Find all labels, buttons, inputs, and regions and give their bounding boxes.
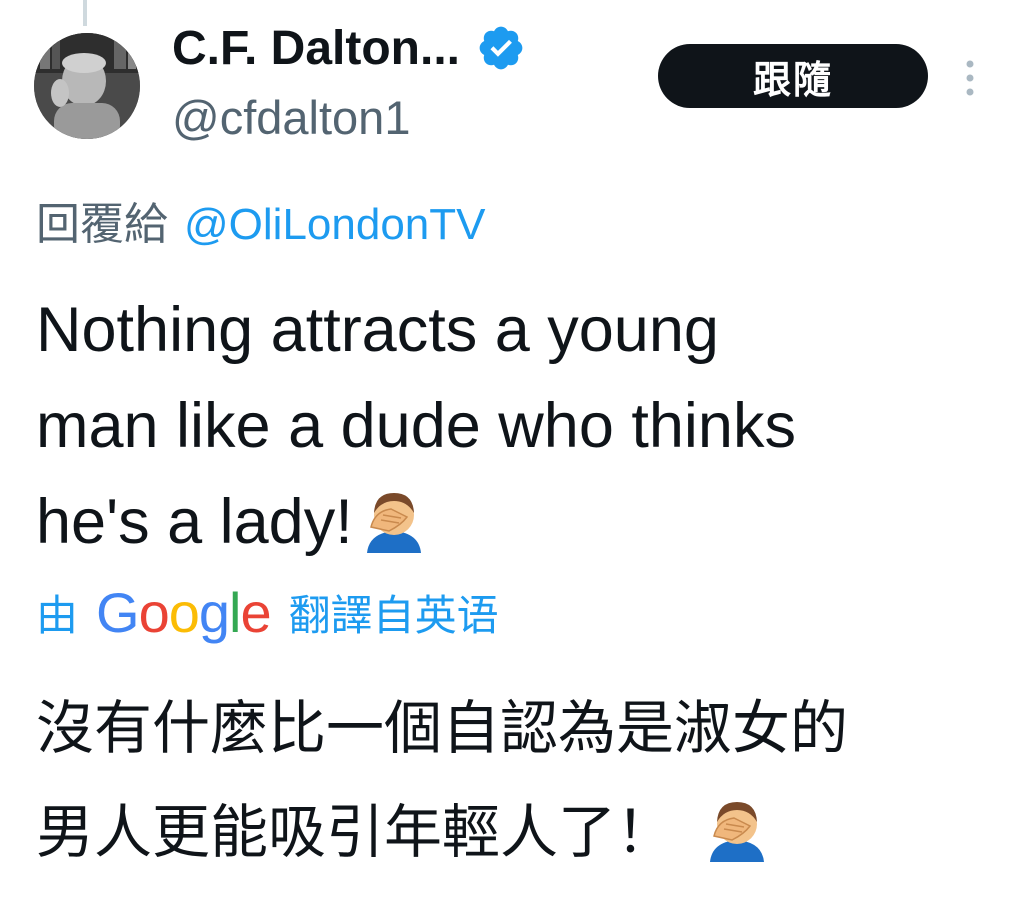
translated-from-label[interactable]: 翻譯自英语: [289, 582, 499, 643]
avatar[interactable]: [34, 33, 140, 139]
tweet-text: Nothing attracts a young man like a dude…: [36, 282, 996, 570]
author-name-row: C.F. Dalton...: [172, 18, 526, 78]
google-logo-letter: o: [138, 580, 170, 644]
follow-button[interactable]: 跟隨: [658, 44, 928, 108]
face-palm-emoji: [704, 790, 770, 862]
google-logo-letter: G: [96, 580, 140, 644]
google-logo-letter: e: [240, 580, 272, 644]
author-display-name[interactable]: C.F. Dalton...: [172, 21, 460, 76]
tweet-text-line: he's a lady!: [36, 487, 353, 557]
reply-prefix: 回覆給: [36, 199, 168, 250]
thread-connector-line: [83, 0, 87, 26]
google-logo-letter: l: [229, 580, 241, 644]
author-handle[interactable]: @cfdalton1: [172, 90, 410, 145]
translated-text-line: 男人更能吸引年輕人了！: [36, 798, 675, 866]
translated-text-line-last: 男人更能吸引年輕人了！: [36, 780, 1016, 884]
verified-badge-icon: [476, 23, 526, 73]
translated-text-line: 沒有什麼比一個自認為是淑女的: [36, 694, 849, 762]
face-palm-emoji: [361, 484, 427, 553]
reply-context: 回覆給 @OliLondonTV: [36, 188, 486, 252]
google-logo-letter: o: [168, 580, 200, 644]
translated-by-label: 由: [36, 590, 79, 640]
reply-mention-link[interactable]: @OliLondonTV: [184, 200, 486, 249]
translation-attribution[interactable]: 由 Google 翻譯自英语: [36, 580, 499, 645]
translated-tweet-text: 沒有什麼比一個自認為是淑女的 男人更能吸引年輕人了！: [36, 676, 1016, 884]
tweet-text-line: man like a dude who thinks: [36, 391, 796, 461]
google-logo: Google: [96, 580, 272, 645]
tweet-text-line-last: he's a lady!: [36, 474, 996, 570]
google-logo-letter: g: [198, 580, 230, 644]
more-options-vertical-icon[interactable]: [962, 58, 978, 98]
tweet-text-line: Nothing attracts a young: [36, 295, 719, 365]
